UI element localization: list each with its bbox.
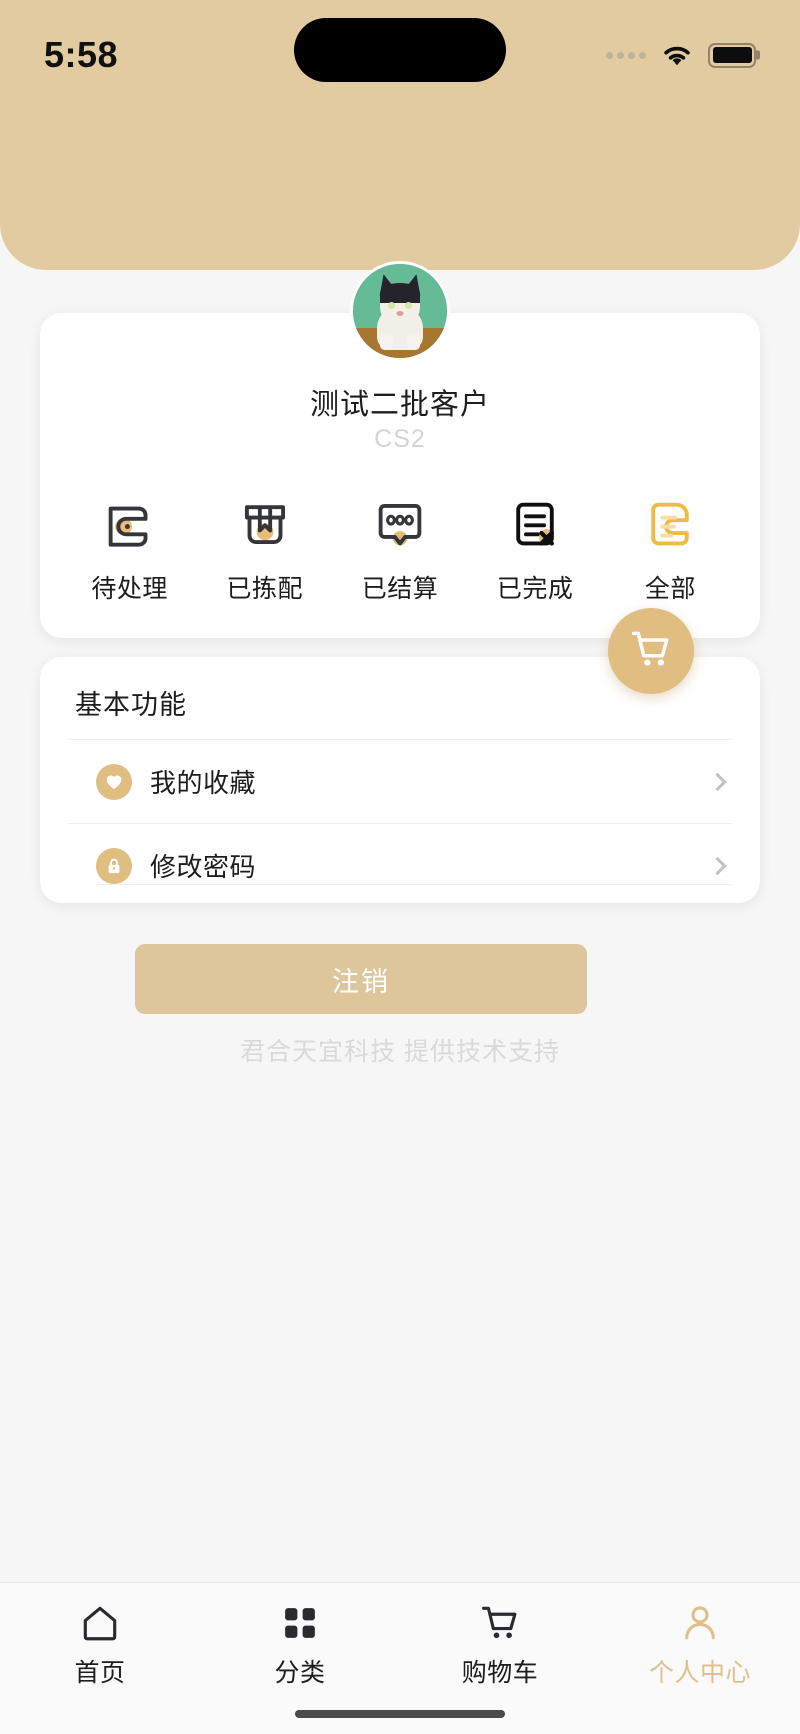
bottom-tab-bar: 首页 分类 购物车 个人中心 — [0, 1582, 800, 1734]
order-status-settled[interactable]: 已结算 — [335, 493, 465, 605]
package-box-icon — [234, 493, 296, 555]
tab-home[interactable]: 首页 — [0, 1601, 200, 1689]
battery-icon — [708, 42, 756, 68]
list-divider — [96, 884, 732, 885]
wifi-icon — [660, 42, 694, 68]
function-row-label: 修改密码 — [150, 852, 257, 882]
order-status-picked[interactable]: 已拣配 — [200, 493, 330, 605]
chevron-right-icon — [708, 856, 727, 875]
profile-name: 测试二批客户 — [309, 389, 490, 421]
document-x-icon — [504, 493, 566, 555]
order-status-label: 全部 — [644, 575, 696, 603]
tab-label: 购物车 — [461, 1659, 539, 1687]
basic-functions-list: 我的收藏 修改密码 — [40, 739, 760, 903]
home-indicator — [295, 1710, 505, 1718]
dynamic-island — [294, 18, 506, 82]
basic-functions-title: 基本功能 — [75, 690, 187, 720]
tab-label: 首页 — [74, 1659, 126, 1687]
profile-card: 测试二批客户 CS2 待处理 已拣配 已结算 已完成 全部 — [40, 261, 760, 638]
tab-cart[interactable]: 购物车 — [400, 1601, 600, 1689]
chat-dots-icon — [369, 493, 431, 555]
logout-button[interactable]: 注销 — [135, 944, 587, 1014]
tab-profile[interactable]: 个人中心 — [600, 1601, 800, 1689]
wallet-icon — [99, 493, 161, 555]
order-status-label: 已拣配 — [226, 575, 304, 603]
lock-icon — [96, 847, 132, 884]
order-status-label: 待处理 — [91, 575, 168, 603]
footer-credit: 君合天宜科技 提供技术支持 — [240, 1038, 560, 1066]
order-status-completed[interactable]: 已完成 — [470, 493, 600, 605]
order-status-label: 已完成 — [496, 575, 574, 603]
tab-category[interactable]: 分类 — [200, 1601, 400, 1689]
document-list-icon — [639, 493, 701, 555]
profile-code: CS2 — [374, 425, 426, 453]
avatar[interactable] — [350, 261, 450, 361]
order-status-label: 已结算 — [361, 575, 439, 603]
chevron-right-icon — [708, 772, 727, 791]
order-status-all[interactable]: 全部 — [605, 493, 735, 605]
heart-icon — [96, 763, 132, 800]
shopping-cart-icon — [629, 627, 673, 676]
tab-label: 分类 — [274, 1659, 326, 1687]
order-status-row: 待处理 已拣配 已结算 已完成 全部 — [40, 493, 760, 605]
tab-label: 个人中心 — [648, 1659, 751, 1687]
function-row-favorites[interactable]: 我的收藏 — [68, 739, 732, 823]
cart-icon — [478, 1601, 522, 1645]
order-status-pending[interactable]: 待处理 — [65, 493, 195, 605]
header-banner: 5:58 — [0, 0, 800, 270]
status-bar-time: 5:58 — [44, 34, 119, 75]
user-icon — [678, 1601, 722, 1645]
grid-icon — [278, 1601, 322, 1645]
signal-dots-icon — [606, 51, 646, 59]
home-icon — [78, 1601, 122, 1645]
app-screen: 5:58 测试二批客户 CS2 待处理 已拣配 已结算 已完成 全部 基本功能 … — [0, 0, 800, 1734]
floating-cart-button[interactable] — [608, 608, 694, 694]
status-bar: 5:58 — [0, 0, 800, 110]
function-row-label: 我的收藏 — [150, 768, 257, 798]
function-row-change-password[interactable]: 修改密码 — [68, 823, 732, 903]
